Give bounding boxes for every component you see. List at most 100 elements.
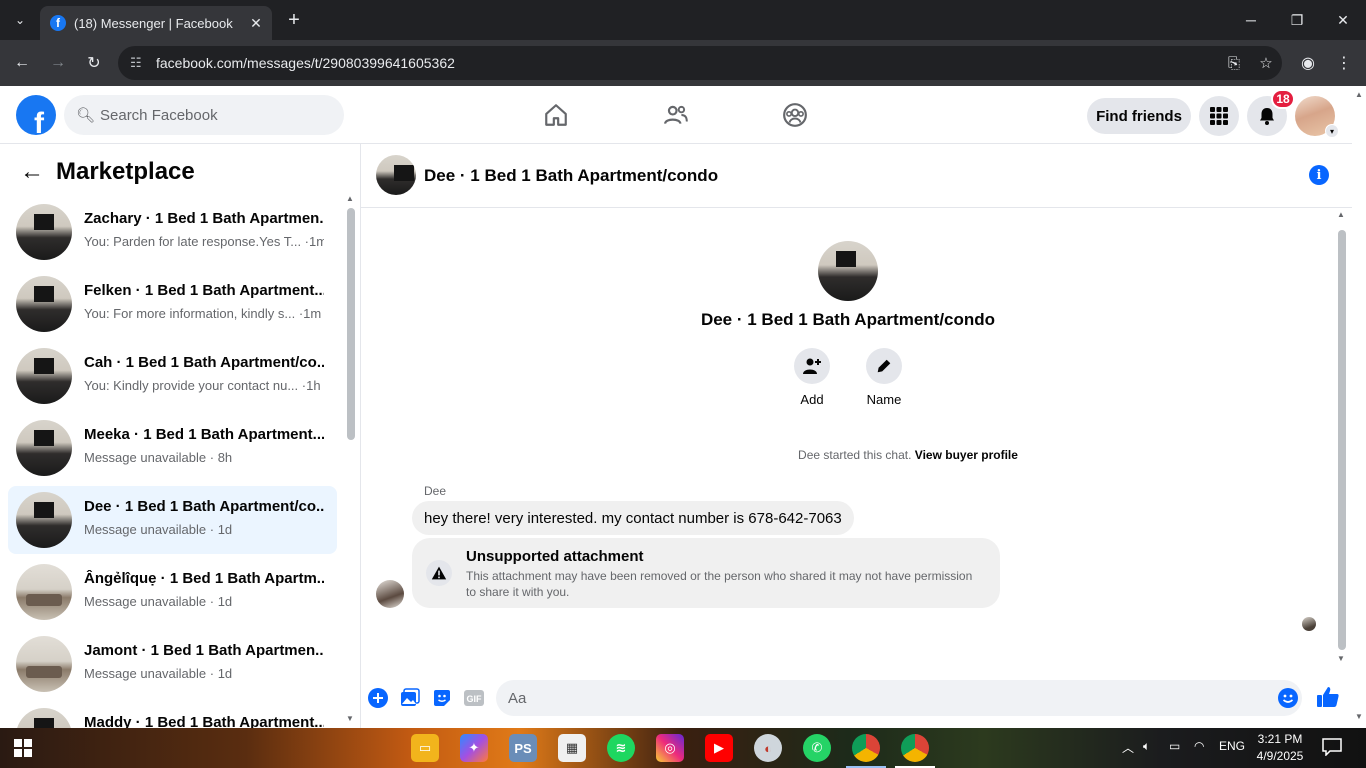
spotify-icon[interactable]: ≋ [607, 734, 635, 762]
menu-kebab-icon[interactable]: ⋮ [1330, 49, 1358, 77]
scroll-down-arrow-icon[interactable]: ▼ [346, 714, 354, 723]
app-ps-icon[interactable]: PS [509, 734, 537, 762]
speaker-icon[interactable]: 🔈︎ [1143, 739, 1150, 754]
thumbs-up-icon[interactable] [1316, 685, 1342, 711]
listing-thumbnail [16, 708, 72, 728]
message-bubble[interactable]: hey there! very interested. my contact n… [412, 501, 854, 535]
find-friends-button[interactable]: Find friends [1087, 98, 1191, 134]
install-app-icon[interactable]: ⎘ [1218, 55, 1250, 72]
unsupported-attachment[interactable]: Unsupported attachment This attachment m… [412, 538, 1000, 608]
groups-icon[interactable] [779, 99, 811, 131]
language-indicator[interactable]: ENG [1219, 739, 1245, 753]
conversation-name: Meeka · 1 Bed 1 Bath Apartment... [84, 426, 324, 443]
close-tab-icon[interactable]: ✕ [246, 13, 266, 33]
copilot-icon[interactable]: ✦ [460, 734, 488, 762]
youtube-icon[interactable]: ▶ [705, 734, 733, 762]
chat-scroll-down-icon[interactable]: ▼ [1337, 654, 1345, 663]
tray-chevron-icon[interactable]: ︿ [1122, 739, 1134, 756]
message-input[interactable] [496, 680, 1302, 716]
minimize-button[interactable]: ─ [1228, 0, 1274, 40]
conversation-name: Zachary · 1 Bed 1 Bath Apartmen... [84, 210, 324, 227]
chat-avatar[interactable] [376, 155, 416, 195]
sidebar-scrollbar[interactable] [347, 208, 355, 440]
bookmark-star-icon[interactable]: ☆ [1250, 54, 1282, 72]
view-buyer-profile-link[interactable]: View buyer profile [915, 448, 1018, 462]
conversation-name: Felken · 1 Bed 1 Bath Apartment... [84, 282, 324, 299]
conversation-item[interactable]: Jamont · 1 Bed 1 Bath Apartmen... Message… [8, 630, 337, 698]
friends-icon[interactable] [660, 99, 692, 131]
conversation-item[interactable]: Meeka · 1 Bed 1 Bath Apartment... Message… [8, 414, 337, 482]
sticker-icon[interactable] [431, 687, 453, 709]
chrome-icon[interactable] [852, 734, 880, 762]
whatsapp-icon[interactable]: ✆ [803, 734, 831, 762]
reload-button[interactable]: ↻ [80, 49, 108, 77]
chat-header: Dee · 1 Bed 1 Bath Apartment/condo i [361, 144, 1352, 208]
facebook-header: f 🔍︎ Search Facebook Find friends 18 ▾ [0, 86, 1352, 144]
listing-thumbnail [16, 492, 72, 548]
add-person-icon[interactable] [794, 348, 830, 384]
conversation-item[interactable]: Dee · 1 Bed 1 Bath Apartment/co... Messag… [8, 486, 337, 554]
file-explorer-icon[interactable]: ▭ [411, 734, 439, 762]
seen-indicator-avatar [1302, 617, 1316, 631]
name-label: Name [866, 392, 902, 407]
chat-scrollbar[interactable] [1338, 230, 1346, 650]
account-avatar[interactable]: ▾ [1295, 96, 1339, 138]
clock[interactable]: 3:21 PM 4/9/2025 [1250, 731, 1310, 765]
facebook-favicon-icon: f [50, 15, 66, 31]
sidebar-header: ← Marketplace [20, 156, 195, 188]
add-action[interactable]: Add [782, 348, 842, 407]
conversation-item[interactable]: Ângẻlîquẹ · 1 Bed 1 Bath Apartm... Messag… [8, 558, 337, 626]
back-arrow-icon[interactable]: ← [20, 158, 44, 186]
conversation-item[interactable]: Zachary · 1 Bed 1 Bath Apartmen... You: P… [8, 198, 337, 266]
wifi-icon[interactable]: ◠ [1194, 739, 1204, 753]
back-button[interactable]: ← [8, 49, 36, 77]
notification-center-icon[interactable] [1322, 738, 1342, 757]
new-tab-button[interactable]: + [282, 8, 306, 32]
conversation-item[interactable]: Cah · 1 Bed 1 Bath Apartment/co... You: K… [8, 342, 337, 410]
scroll-up-arrow-icon[interactable]: ▲ [346, 194, 354, 203]
chat-scroll-up-icon[interactable]: ▲ [1337, 210, 1345, 219]
windows-start-icon[interactable] [14, 739, 32, 757]
conversation-snippet: Message unavailable · 1d [84, 666, 233, 681]
name-action[interactable]: Name [854, 348, 914, 407]
home-icon[interactable] [540, 99, 572, 131]
add-label: Add [800, 392, 824, 407]
conversation-name: Jamont · 1 Bed 1 Bath Apartmen... [84, 642, 324, 659]
profile-avatar [818, 241, 878, 301]
facebook-logo[interactable]: f [16, 95, 56, 135]
gif-icon[interactable]: GIF [463, 687, 485, 709]
conversation-item[interactable]: Maddy · 1 Bed 1 Bath Apartment... [8, 702, 337, 728]
close-window-button[interactable]: ✕ [1320, 0, 1366, 40]
forward-button[interactable]: → [44, 49, 72, 77]
restore-button[interactable]: ❐ [1274, 0, 1320, 40]
warning-icon [426, 560, 452, 586]
address-bar[interactable]: ☷ facebook.com/messages/t/29080399641605… [118, 46, 1282, 80]
menu-grid-button[interactable] [1199, 96, 1239, 136]
conversation-item[interactable]: Felken · 1 Bed 1 Bath Apartment... You: F… [8, 270, 337, 338]
store-icon[interactable]: ▦ [558, 734, 586, 762]
plus-circle-icon[interactable] [367, 687, 389, 709]
conversation-name: Dee · 1 Bed 1 Bath Apartment/co... [84, 498, 324, 515]
conversation-snippet: You: Parden for late response.Yes T... ·… [84, 234, 324, 249]
pencil-icon[interactable] [866, 348, 902, 384]
profile-icon[interactable]: ◉ [1294, 49, 1322, 77]
tab-search-button[interactable]: ⌄ [6, 6, 34, 34]
browser-tab[interactable]: f (18) Messenger | Facebook ✕ [40, 6, 272, 40]
page-scroll-up-icon[interactable]: ▲ [1355, 90, 1363, 99]
chrome-profile-icon[interactable] [901, 734, 929, 762]
battery-icon[interactable]: ▭ [1169, 739, 1180, 753]
info-icon[interactable]: i [1309, 165, 1329, 185]
photo-icon[interactable] [399, 687, 421, 709]
instagram-icon[interactable]: ◎ [656, 734, 684, 762]
page-scroll-down-icon[interactable]: ▼ [1355, 712, 1363, 721]
conversation-snippet: Message unavailable · 8h [84, 450, 233, 465]
facebook-search[interactable]: 🔍︎ Search Facebook [64, 95, 344, 135]
listing-thumbnail [16, 348, 72, 404]
site-settings-icon[interactable]: ☷ [130, 55, 148, 71]
page-scrollbar[interactable]: ▲ ▼ [1352, 86, 1366, 728]
chat-title[interactable]: Dee · 1 Bed 1 Bath Apartment/condo [424, 166, 718, 186]
sender-avatar[interactable] [376, 580, 404, 608]
round-app-icon[interactable]: ◐ [754, 734, 782, 762]
emoji-icon[interactable] [1277, 687, 1299, 709]
listing-thumbnail [16, 420, 72, 476]
